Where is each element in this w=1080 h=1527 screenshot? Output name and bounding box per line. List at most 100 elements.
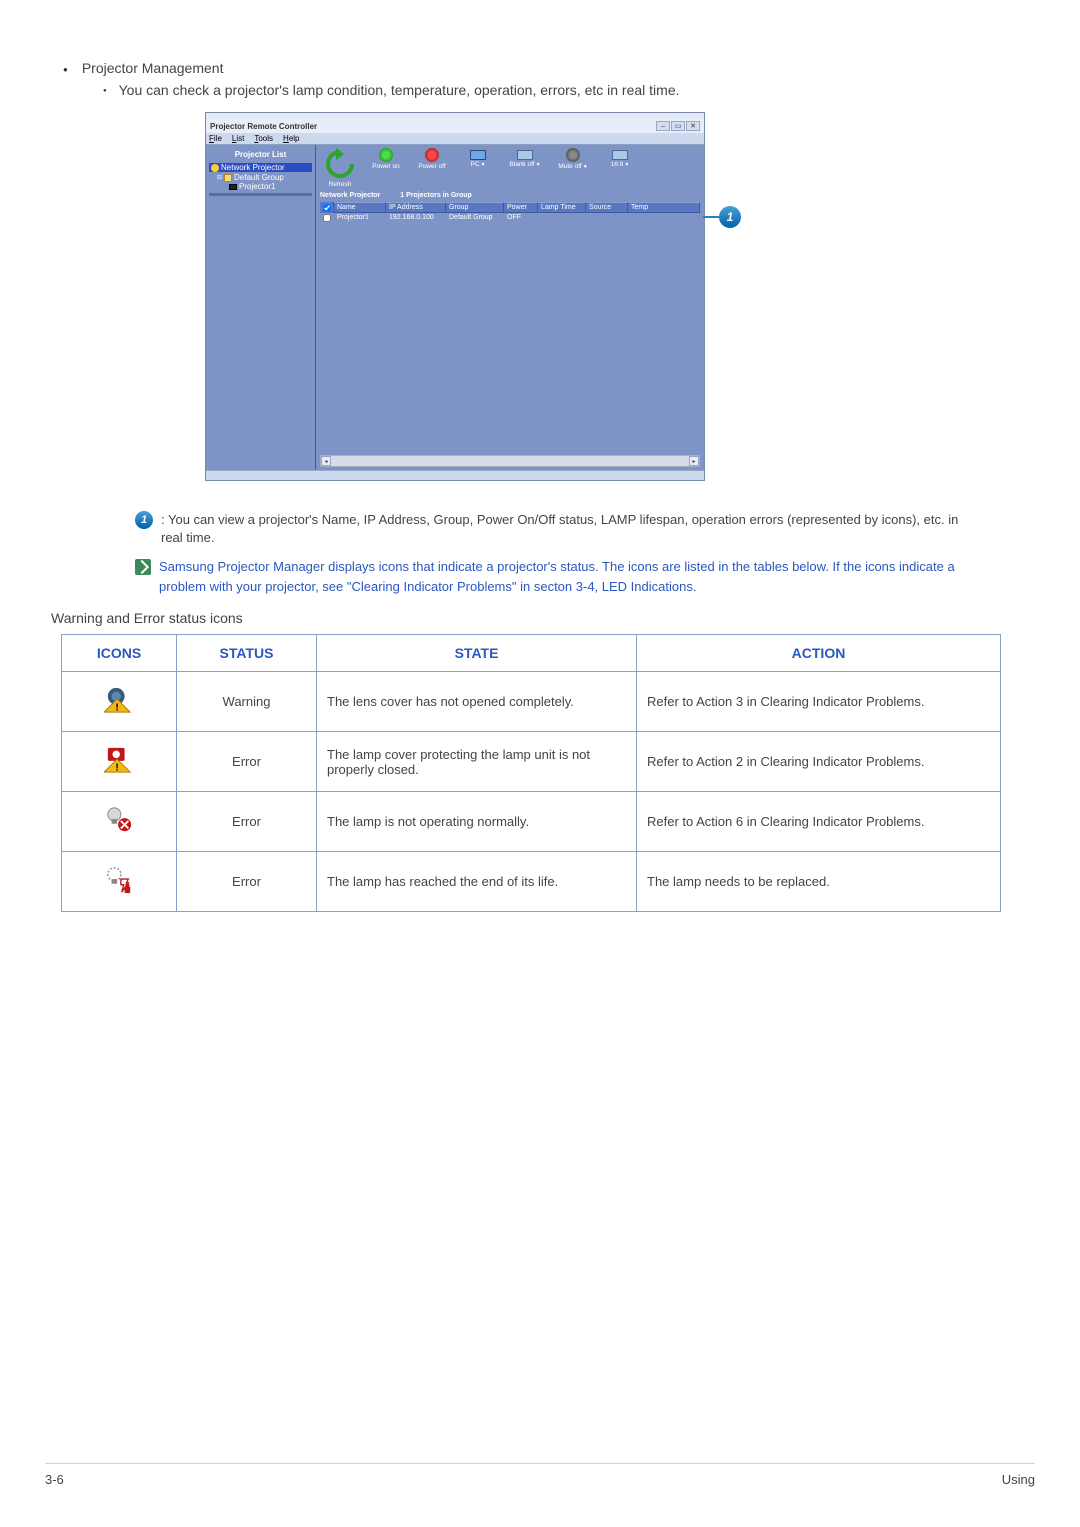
- note-text: Samsung Projector Manager displays icons…: [159, 557, 965, 596]
- info-bar-left: Network Projector: [320, 192, 380, 199]
- menu-help[interactable]: Help: [283, 134, 299, 143]
- chevron-down-icon: ▼: [624, 162, 629, 168]
- horizontal-scrollbar[interactable]: ◂ ▸: [320, 455, 700, 467]
- state-cell: The lens cover has not opened completely…: [317, 672, 637, 732]
- svg-text:!: !: [115, 703, 118, 714]
- toolbar-blank-off[interactable]: Blank off▼: [504, 148, 546, 168]
- menu-list[interactable]: List: [232, 134, 244, 143]
- toolbar-aspect[interactable]: 16:9▼: [600, 148, 640, 168]
- td-power: OFF: [504, 213, 538, 222]
- toolbar-pc[interactable]: PC▼: [458, 148, 498, 168]
- aspect-icon: [612, 150, 628, 160]
- status-cell: Error: [177, 792, 317, 852]
- th-source[interactable]: Source: [586, 202, 628, 213]
- menu-file[interactable]: File: [209, 134, 222, 143]
- power-off-icon: [425, 148, 439, 162]
- lamp-error-icon: [104, 806, 134, 834]
- tree-root-network-projector[interactable]: Network Projector: [209, 163, 312, 172]
- state-cell: The lamp is not operating normally.: [317, 792, 637, 852]
- toolbar-mute-off-label: Mute off: [558, 163, 581, 170]
- state-cell: The lamp has reached the end of its life…: [317, 852, 637, 912]
- th-group[interactable]: Group: [446, 202, 504, 213]
- app-screenshot: Projector Remote Controller – ▭ ✕ File L…: [205, 112, 705, 481]
- th-state: STATE: [317, 635, 637, 672]
- section-title: Projector Management: [82, 60, 224, 76]
- tree-group-default[interactable]: ⊟ Default Group: [209, 173, 312, 182]
- status-cell: Error: [177, 732, 317, 792]
- bullet-dot: ●: [63, 65, 68, 74]
- statusbar: [206, 470, 704, 480]
- toolbar-power-off[interactable]: Power off: [412, 148, 452, 170]
- minimize-button[interactable]: –: [656, 121, 670, 131]
- action-cell: The lamp needs to be replaced.: [637, 852, 1001, 912]
- note-block: Samsung Projector Manager displays icons…: [135, 557, 965, 596]
- lamp-life-error-icon: [104, 866, 134, 894]
- page-number: 3-6: [45, 1472, 64, 1487]
- callout-text: You can view a projector's Name, IP Addr…: [161, 512, 958, 545]
- table-row: Error The lamp has reached the end of it…: [62, 852, 1001, 912]
- tree-minus-icon: ⊟: [217, 174, 222, 181]
- toolbar-power-on-label: Power on: [372, 163, 399, 170]
- section-bullet: ● Projector Management ● You can check a…: [63, 60, 1035, 98]
- chevron-down-icon: ▼: [481, 162, 486, 168]
- toolbar-aspect-label: 16:9: [611, 161, 624, 168]
- power-on-icon: [379, 148, 393, 162]
- callout-badge-1: 1: [719, 206, 741, 228]
- scroll-right-button[interactable]: ▸: [689, 456, 699, 466]
- callout-prefix: :: [161, 512, 168, 527]
- toolbar-power-on[interactable]: Power on: [366, 148, 406, 170]
- th-icons: ICONS: [62, 635, 177, 672]
- th-action: ACTION: [637, 635, 1001, 672]
- action-cell: Refer to Action 3 in Clearing Indicator …: [637, 672, 1001, 732]
- menu-tools[interactable]: Tools: [254, 134, 273, 143]
- page-footer: 3-6 Using: [45, 1463, 1035, 1487]
- callout-number-icon: 1: [135, 511, 153, 529]
- status-icons-table: ICONS STATUS STATE ACTION ! Warning The …: [61, 634, 1001, 912]
- row-checkbox[interactable]: [323, 214, 331, 222]
- projector-table: Name IP Address Group Power Lamp Time So…: [320, 202, 700, 467]
- tree-root-label: Network Projector: [221, 163, 285, 172]
- th-temp[interactable]: Temp: [628, 202, 700, 213]
- section-sub-bullet: You can check a projector's lamp conditi…: [119, 82, 680, 98]
- info-bar-right: 1 Projectors in Group: [400, 192, 472, 199]
- toolbar-refresh[interactable]: Refresh: [320, 148, 360, 188]
- th-lamp[interactable]: Lamp Time: [538, 202, 586, 213]
- toolbar-blank-off-label: Blank off: [509, 161, 534, 168]
- tree-item-projector1[interactable]: Projector1: [209, 182, 312, 191]
- pc-icon: [470, 150, 486, 160]
- refresh-icon: [320, 148, 360, 180]
- chevron-down-icon: ▼: [536, 162, 541, 168]
- scroll-left-button[interactable]: ◂: [321, 456, 331, 466]
- td-ip: 192.168.0.100: [386, 213, 446, 222]
- status-cell: Warning: [177, 672, 317, 732]
- action-cell: Refer to Action 6 in Clearing Indicator …: [637, 792, 1001, 852]
- lens-cover-warning-icon: !: [104, 686, 134, 714]
- sidebar-title: Projector List: [209, 148, 312, 163]
- tree-item-label: Projector1: [239, 182, 275, 191]
- table-row: Error The lamp is not operating normally…: [62, 792, 1001, 852]
- table-row[interactable]: Projector1 192.168.0.100 Default Group O…: [320, 213, 700, 222]
- th-ip[interactable]: IP Address: [386, 202, 446, 213]
- main-panel: Refresh Power on Power off PC▼: [316, 145, 704, 470]
- folder-icon: [224, 174, 232, 182]
- toolbar-refresh-label: Refresh: [329, 181, 352, 188]
- th-power[interactable]: Power: [504, 202, 538, 213]
- titlebar: Projector Remote Controller – ▭ ✕: [206, 119, 704, 133]
- table-header: Name IP Address Group Power Lamp Time So…: [320, 202, 700, 213]
- table-row: ! Error The lamp cover protecting the la…: [62, 732, 1001, 792]
- close-button[interactable]: ✕: [686, 121, 700, 131]
- toolbar-mute-off[interactable]: Mute off▼: [552, 148, 594, 170]
- icons-section-heading: Warning and Error status icons: [51, 610, 1035, 626]
- sub-bullet-dot: ●: [103, 88, 107, 94]
- toolbar-power-off-label: Power off: [418, 163, 445, 170]
- sidebar: Projector List Network Projector ⊟ Defau…: [206, 145, 316, 470]
- footer-section: Using: [1002, 1472, 1035, 1487]
- window-title: Projector Remote Controller: [210, 122, 317, 131]
- header-checkbox[interactable]: [323, 204, 331, 212]
- restore-button[interactable]: ▭: [671, 121, 685, 131]
- menubar: File List Tools Help: [206, 133, 704, 145]
- status-cell: Error: [177, 852, 317, 912]
- tree-group-label: Default Group: [234, 173, 284, 182]
- toolbar: Refresh Power on Power off PC▼: [320, 148, 700, 188]
- th-name[interactable]: Name: [334, 202, 386, 213]
